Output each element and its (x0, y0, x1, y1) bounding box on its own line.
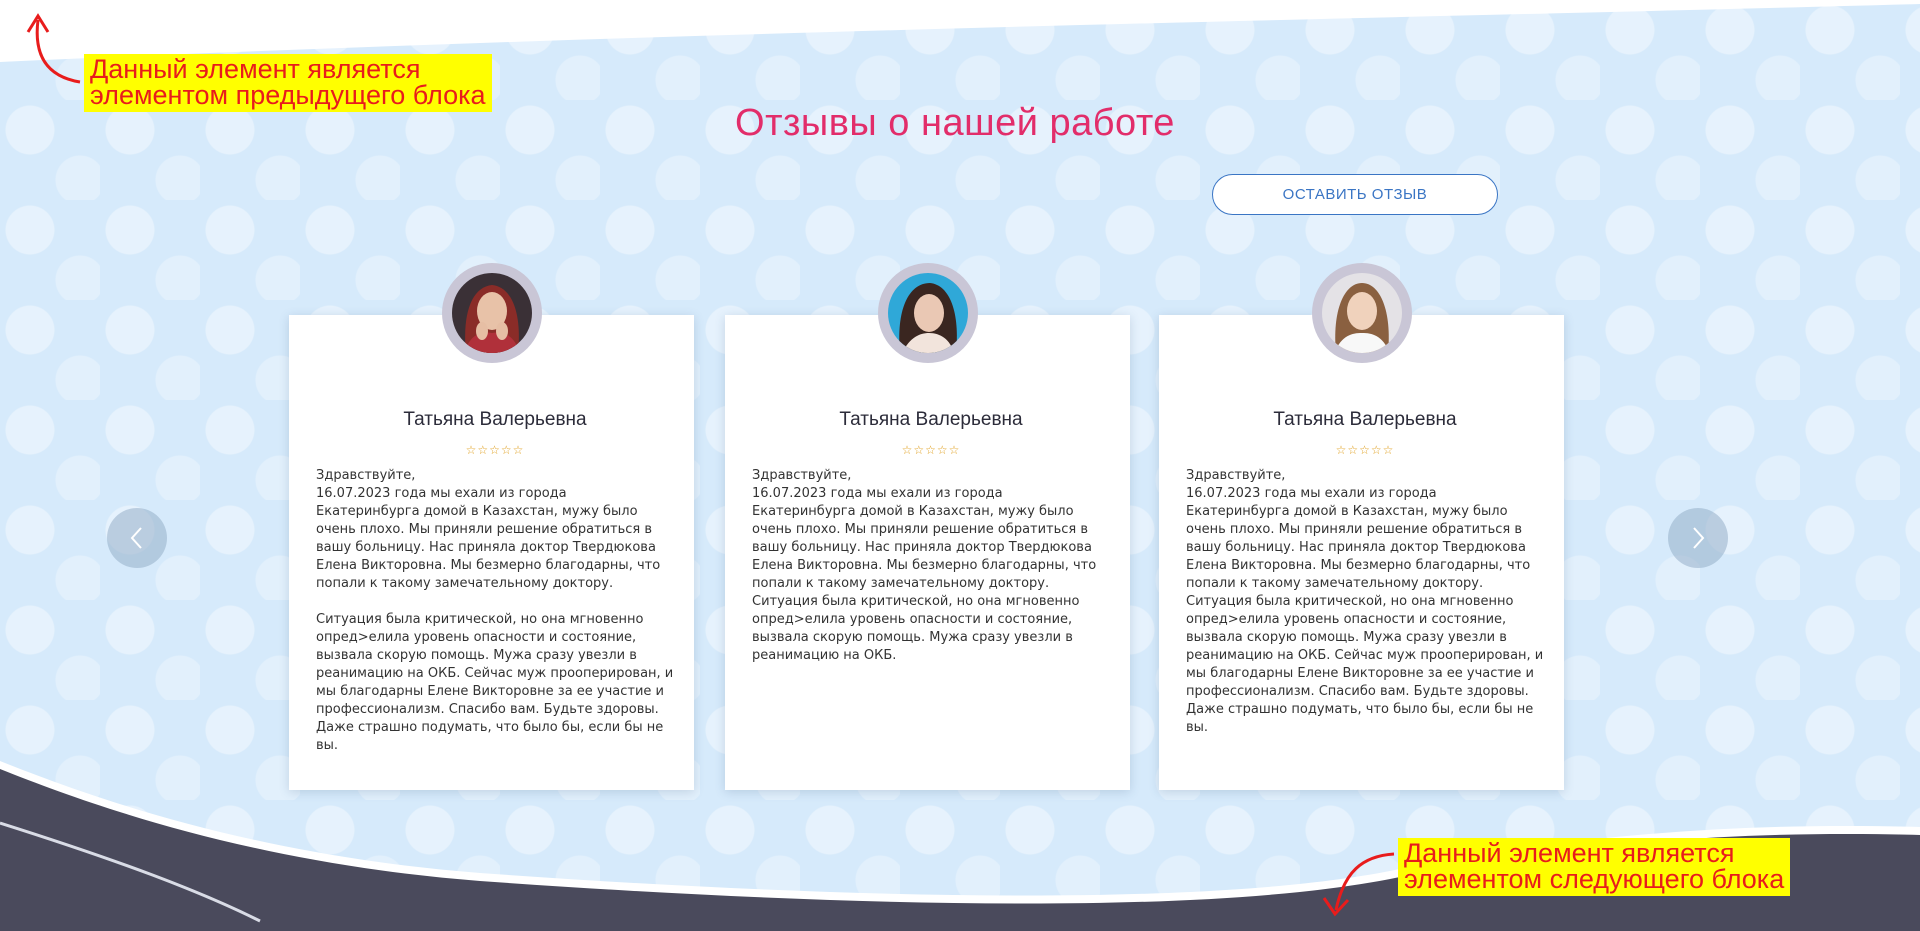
annotation-arrow-down-icon (1322, 852, 1395, 917)
avatar-photo (887, 273, 968, 353)
annotation-line: Данный элемент является (1404, 838, 1735, 868)
reviewer-name: Татьяна Валерьевна (839, 409, 1023, 430)
annotation-next-block: Данный элемент является элементом следую… (1398, 838, 1791, 896)
review-paragraph: 16.07.2023 года мы ехали из города Екате… (752, 486, 1097, 591)
annotation-line: элементом следующего блока (1404, 864, 1785, 894)
star-rating: ☆☆☆☆☆ (465, 443, 525, 457)
reviewer-name: Татьяна Валерьевна (1273, 409, 1457, 430)
avatar (441, 263, 542, 363)
slider-prev-button[interactable] (107, 508, 167, 568)
avatar (877, 263, 978, 363)
review-paragraph: Здравствуйте, (316, 468, 416, 483)
annotation-line: Данный элемент является (90, 54, 421, 84)
review-text: Здравствуйте, 16.07.2023 года мы ехали и… (752, 467, 1110, 665)
review-paragraph: 16.07.2023 года мы ехали из города Екате… (316, 486, 661, 591)
leave-review-button[interactable]: ОСТАВИТЬ ОТЗЫВ (1212, 174, 1498, 215)
review-card: Татьяна Валерьевна ☆☆☆☆☆ Здравствуйте, 1… (725, 263, 1130, 790)
review-paragraph: Ситуация была критической, но она мгнове… (316, 612, 674, 753)
review-paragraph: Здравствуйте, (1186, 468, 1286, 483)
review-text: Здравствуйте, 16.07.2023 года мы ехали и… (1186, 467, 1544, 737)
star-rating: ☆☆☆☆☆ (901, 443, 961, 457)
review-card: Татьяна Валерьевна ☆☆☆☆☆ Здравствуйте, 1… (1159, 263, 1564, 790)
review-paragraph: Ситуация была критической, но она мгнове… (752, 594, 1080, 663)
review-paragraph: Здравствуйте, (752, 468, 852, 483)
review-text: Здравствуйте, 16.07.2023 года мы ехали и… (316, 467, 674, 755)
reviewer-name: Татьяна Валерьевна (403, 409, 587, 430)
annotation-arrow-up-icon (26, 13, 81, 84)
slider-next-button[interactable] (1668, 508, 1728, 568)
avatar-photo (1321, 273, 1402, 353)
review-card: Татьяна Валерьевна ☆☆☆☆☆ Здравствуйте, 1… (289, 263, 694, 790)
review-paragraph: Ситуация была критической, но она мгнове… (1186, 594, 1544, 735)
review-paragraph: 16.07.2023 года мы ехали из города Екате… (1186, 486, 1531, 591)
avatar-photo (451, 273, 532, 353)
section-title: Отзывы о нашей работе (735, 102, 1175, 144)
avatar (1311, 263, 1412, 363)
star-rating: ☆☆☆☆☆ (1335, 443, 1395, 457)
chevron-left-icon (130, 527, 142, 549)
chevron-right-icon (1693, 527, 1705, 549)
